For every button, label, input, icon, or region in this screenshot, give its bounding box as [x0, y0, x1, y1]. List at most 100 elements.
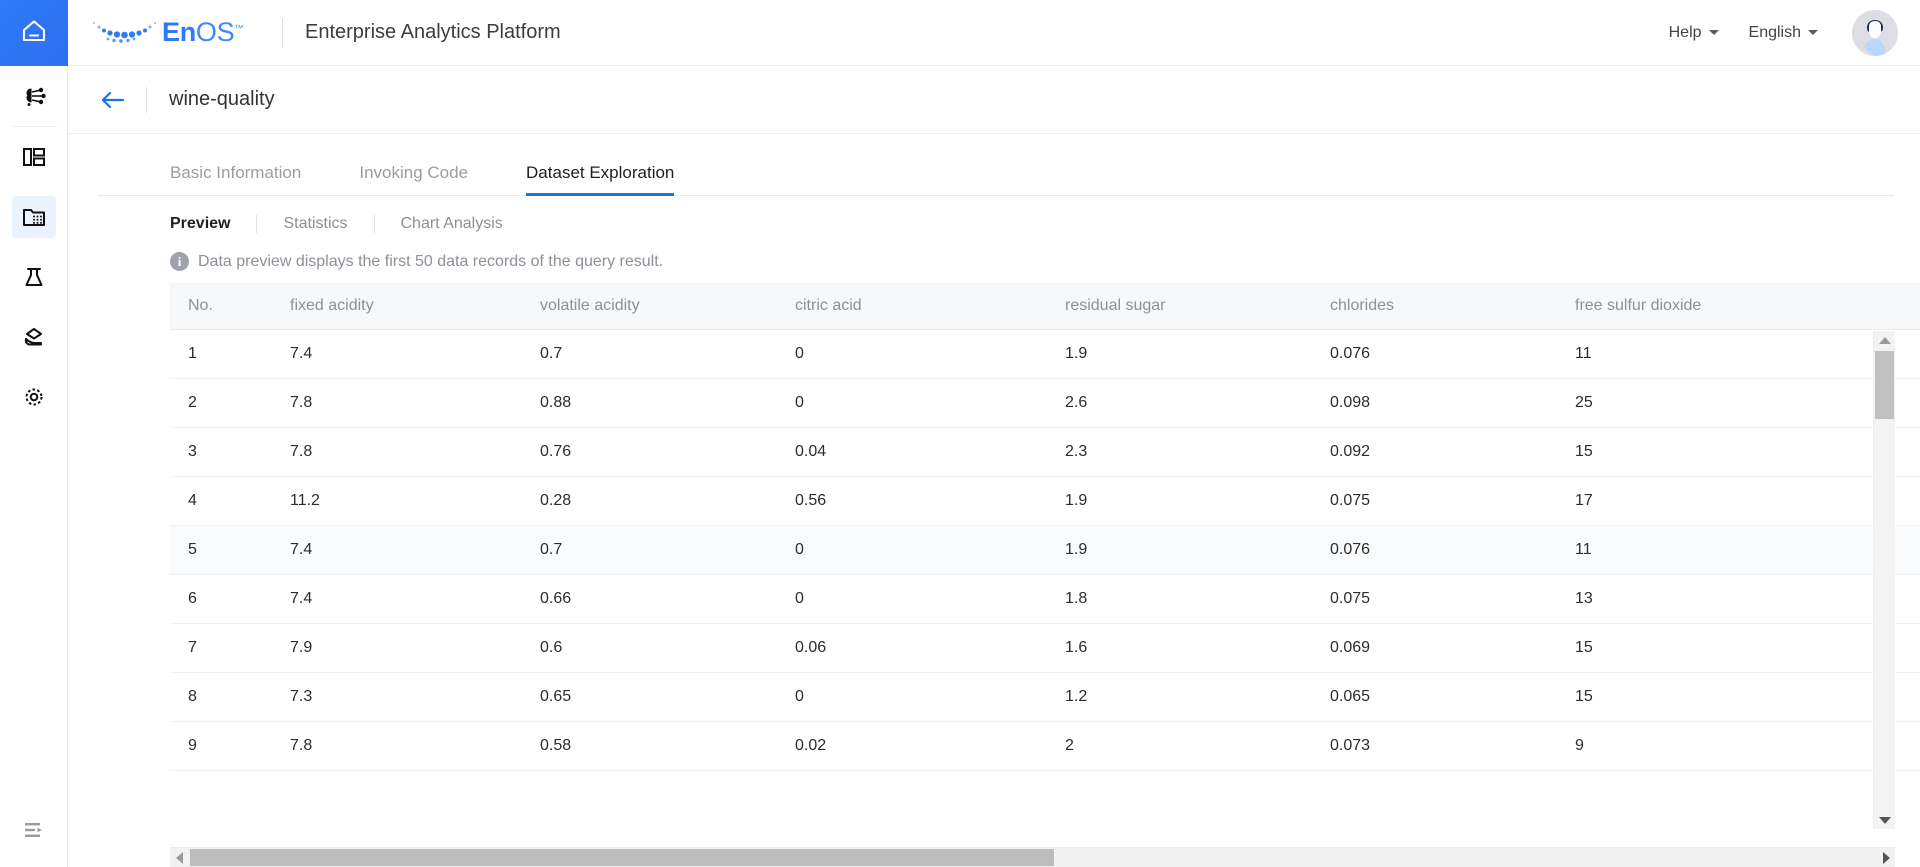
cell-residual-sugar: 1.6 — [1065, 639, 1088, 656]
cell-citric-acid: 0 — [795, 394, 804, 411]
left-sidebar — [0, 0, 68, 867]
brand[interactable]: EnOS™ — [86, 13, 256, 53]
cell-volatile-acidity: 0.65 — [540, 688, 572, 705]
tab-bar: Basic Information Invoking Code Dataset … — [98, 134, 1894, 196]
sidebar-item-home[interactable] — [0, 0, 68, 66]
breadcrumb: wine-quality — [68, 66, 1920, 134]
cell-residual-sugar: 2 — [1065, 737, 1074, 754]
cell-residual-sugar: 1.9 — [1065, 345, 1088, 362]
scroll-right-button[interactable] — [1877, 848, 1895, 867]
cell-no: 6 — [188, 590, 197, 607]
cell-no: 7 — [188, 639, 197, 656]
cell-residual-sugar: 1.9 — [1065, 541, 1088, 558]
sidebar-item-service[interactable] — [0, 307, 68, 367]
cell-fixed-acidity: 7.4 — [290, 345, 313, 362]
cell-free-sulfur-dioxide: 15 — [1575, 443, 1593, 460]
column-header-residual-sugar[interactable]: residual sugar — [1065, 297, 1330, 315]
sidebar-item-lab[interactable] — [0, 247, 68, 307]
cell-volatile-acidity: 0.58 — [540, 737, 572, 754]
app-title: Enterprise Analytics Platform — [305, 21, 561, 43]
table-row[interactable]: 5 7.4 0.7 0 1.9 0.076 11 — [170, 526, 1920, 575]
back-button[interactable] — [98, 85, 128, 115]
tab-invoking-code[interactable]: Invoking Code — [359, 164, 468, 195]
avatar-person-icon — [1852, 9, 1898, 56]
cell-free-sulfur-dioxide: 13 — [1575, 590, 1593, 607]
chevron-down-icon — [1808, 30, 1818, 35]
hand-service-icon — [12, 316, 56, 358]
cell-no: 8 — [188, 688, 197, 705]
cell-citric-acid: 0.04 — [795, 443, 827, 460]
help-label: Help — [1668, 23, 1702, 41]
content-area: Basic Information Invoking Code Dataset … — [68, 134, 1920, 867]
language-menu[interactable]: English — [1749, 24, 1818, 42]
column-header-citric-acid[interactable]: citric acid — [795, 297, 1065, 315]
vertical-scroll-thumb[interactable] — [1875, 351, 1894, 419]
scroll-up-button[interactable] — [1874, 331, 1895, 349]
cell-fixed-acidity: 7.9 — [290, 639, 313, 656]
breadcrumb-divider — [146, 86, 147, 113]
table-row[interactable]: 7 7.9 0.6 0.06 1.6 0.069 15 — [170, 624, 1920, 673]
column-header-fixed-acidity[interactable]: fixed acidity — [290, 297, 540, 315]
table-row[interactable]: 4 11.2 0.28 0.56 1.9 0.075 17 — [170, 477, 1920, 526]
cell-chlorides: 0.076 — [1330, 541, 1371, 558]
brain-network-icon — [12, 75, 56, 117]
sidebar-item-ai-model[interactable] — [0, 66, 68, 126]
table-row[interactable]: 2 7.8 0.88 0 2.6 0.098 25 — [170, 379, 1920, 428]
collapse-menu-icon — [21, 819, 47, 846]
table-vertical-scrollbar[interactable] — [1873, 331, 1895, 829]
table-row[interactable]: 3 7.8 0.76 0.04 2.3 0.092 15 — [170, 428, 1920, 477]
column-header-chlorides[interactable]: chlorides — [1330, 297, 1575, 315]
cell-free-sulfur-dioxide: 25 — [1575, 394, 1593, 411]
sidebar-item-dataset[interactable] — [0, 187, 68, 247]
cell-citric-acid: 0 — [795, 541, 804, 558]
app-root: EnOS™ Enterprise Analytics Platform Help… — [0, 0, 1920, 867]
cell-free-sulfur-dioxide: 11 — [1575, 541, 1592, 558]
subtab-divider — [373, 215, 375, 233]
cell-fixed-acidity: 7.4 — [290, 590, 313, 607]
table-horizontal-scrollbar[interactable] — [170, 847, 1895, 867]
table-body: 1 7.4 0.7 0 1.9 0.076 11 2 7.8 0.88 0 2.… — [170, 330, 1920, 771]
cell-fixed-acidity: 7.8 — [290, 394, 313, 411]
sidebar-item-dashboard[interactable] — [0, 127, 68, 187]
horizontal-scroll-thumb[interactable] — [190, 849, 1054, 866]
subtab-preview[interactable]: Preview — [170, 215, 230, 233]
cell-no: 2 — [188, 394, 197, 411]
gear-target-icon — [12, 376, 56, 418]
table-row[interactable]: 9 7.8 0.58 0.02 2 0.073 9 — [170, 722, 1920, 771]
column-header-no[interactable]: No. — [170, 297, 290, 315]
scroll-right-arrow-icon — [1882, 851, 1890, 864]
preview-notice-text: Data preview displays the first 50 data … — [198, 252, 664, 270]
table-header-row: No. fixed acidity volatile acidity citri… — [170, 283, 1920, 330]
main-area: EnOS™ Enterprise Analytics Platform Help… — [68, 0, 1920, 867]
tab-dataset-exploration[interactable]: Dataset Exploration — [526, 164, 675, 196]
subtab-chart-analysis[interactable]: Chart Analysis — [401, 215, 503, 233]
table-row[interactable]: 8 7.3 0.65 0 1.2 0.065 15 — [170, 673, 1920, 722]
sidebar-collapse-button[interactable] — [0, 797, 68, 867]
cell-no: 4 — [188, 492, 197, 509]
scroll-left-button[interactable] — [170, 848, 188, 867]
table-row[interactable]: 6 7.4 0.66 0 1.8 0.075 13 — [170, 575, 1920, 624]
logo-text-en: En — [162, 16, 196, 47]
chevron-down-icon — [1708, 30, 1719, 35]
data-folder-icon — [11, 196, 56, 238]
cell-no: 9 — [188, 737, 197, 754]
subtab-statistics[interactable]: Statistics — [283, 215, 347, 233]
data-table: No. fixed acidity volatile acidity citri… — [170, 283, 1920, 771]
logo-text-os: OS — [195, 16, 235, 47]
sidebar-item-settings[interactable] — [0, 367, 68, 427]
table-row[interactable]: 1 7.4 0.7 0 1.9 0.076 11 — [170, 330, 1920, 379]
cell-citric-acid: 0 — [795, 688, 804, 705]
cell-no: 1 — [188, 345, 197, 362]
scroll-down-button[interactable] — [1874, 811, 1895, 829]
column-header-volatile-acidity[interactable]: volatile acidity — [540, 297, 795, 315]
column-header-free-sulfur-dioxide[interactable]: free sulfur dioxide — [1575, 297, 1855, 315]
help-menu[interactable]: Help — [1669, 24, 1719, 42]
avatar[interactable] — [1852, 9, 1898, 56]
tab-basic-information[interactable]: Basic Information — [170, 164, 301, 195]
cell-residual-sugar: 2.6 — [1065, 394, 1088, 411]
back-arrow-icon — [101, 91, 125, 108]
top-bar-actions: Help English — [1669, 9, 1898, 56]
cell-free-sulfur-dioxide: 11 — [1575, 345, 1592, 362]
scroll-down-arrow-icon — [1878, 816, 1891, 824]
cell-chlorides: 0.076 — [1330, 345, 1371, 362]
